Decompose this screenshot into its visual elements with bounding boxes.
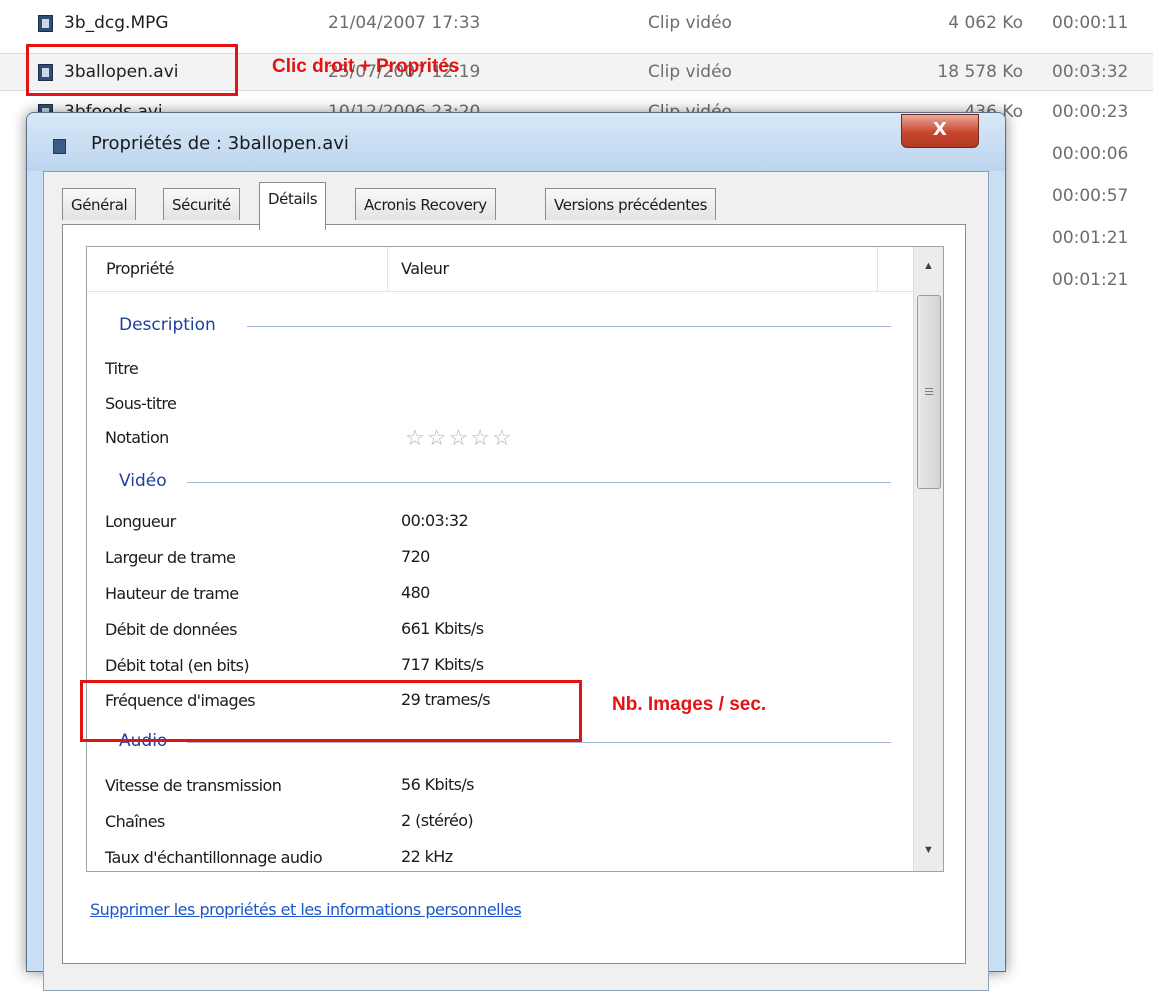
dialog-title: Propriétés de : 3ballopen.avi	[91, 133, 349, 154]
tab-versions-precedentes[interactable]: Versions précédentes	[545, 188, 716, 220]
property-label: Hauteur de trame	[105, 584, 239, 603]
video-file-icon	[38, 15, 53, 32]
remove-properties-link[interactable]: Supprimer les propriétés et les informat…	[90, 900, 522, 919]
group-divider	[187, 482, 891, 483]
video-file-icon	[53, 139, 66, 154]
rating-stars[interactable]: ☆☆☆☆☆	[405, 425, 514, 451]
column-divider[interactable]	[387, 247, 388, 291]
right-click-annotation: Clic droit + Proprités	[272, 56, 460, 77]
grip-line	[925, 391, 933, 392]
vertical-scrollbar[interactable]: ▲ ▼	[913, 247, 943, 871]
property-label: Titre	[105, 359, 139, 378]
column-header-property[interactable]: Propriété	[106, 259, 175, 278]
star-outline-icon[interactable]: ☆	[427, 425, 449, 450]
scrollbar-thumb[interactable]	[917, 295, 941, 489]
file-type: Clip vidéo	[648, 62, 732, 82]
list-header: Propriété Valeur	[87, 247, 913, 292]
property-value: 661 Kbits/s	[401, 619, 484, 638]
property-label: Vitesse de transmission	[105, 776, 282, 795]
property-value: 720	[401, 547, 430, 566]
scroll-up-arrow-icon[interactable]: ▲	[914, 251, 943, 281]
highlight-fps-box	[80, 680, 582, 742]
column-header-value[interactable]: Valeur	[401, 259, 449, 278]
group-header-video[interactable]: Vidéo	[119, 471, 167, 495]
file-size: 4 062 Ko	[948, 13, 1023, 33]
file-duration: 00:00:11	[1052, 13, 1129, 33]
property-label: Sous-titre	[105, 394, 177, 413]
column-divider[interactable]	[877, 247, 878, 291]
property-value: 22 kHz	[401, 847, 453, 866]
tab-acronis-recovery[interactable]: Acronis Recovery	[355, 188, 496, 220]
grip-line	[925, 394, 933, 395]
file-duration: 00:00:06	[1052, 144, 1129, 164]
group-divider	[187, 742, 891, 743]
file-date: 21/04/2007 17:33	[328, 13, 481, 33]
property-value: 00:03:32	[401, 511, 469, 530]
group-divider	[247, 326, 891, 327]
highlight-file-box	[26, 44, 238, 96]
property-list[interactable]: Propriété Valeur Description Titre Sous-…	[86, 246, 944, 872]
tab-label: Sécurité	[172, 196, 231, 214]
property-value: 2 (stéréo)	[401, 811, 474, 830]
star-outline-icon[interactable]: ☆	[492, 425, 514, 450]
property-label: Notation	[105, 428, 169, 447]
property-value: 480	[401, 583, 430, 602]
property-label: Taux d'échantillonnage audio	[105, 848, 323, 867]
property-label: Débit de données	[105, 620, 237, 639]
property-label: Longueur	[105, 512, 176, 531]
star-outline-icon[interactable]: ☆	[405, 425, 427, 450]
file-size: 18 578 Ko	[937, 62, 1023, 82]
file-duration: 00:01:21	[1052, 270, 1129, 290]
grip-line	[925, 388, 933, 389]
dialog-titlebar[interactable]: Propriétés de : 3ballopen.avi X	[27, 113, 1005, 171]
group-header-description[interactable]: Description	[119, 315, 216, 339]
file-duration: 00:00:57	[1052, 186, 1129, 206]
star-outline-icon[interactable]: ☆	[448, 425, 470, 450]
property-label: Largeur de trame	[105, 548, 236, 567]
property-label: Chaînes	[105, 812, 165, 831]
file-duration: 00:00:23	[1052, 102, 1129, 122]
property-label: Débit total (en bits)	[105, 656, 250, 675]
file-duration: 00:01:21	[1052, 228, 1129, 248]
file-duration: 00:03:32	[1052, 62, 1129, 82]
tab-label: Acronis Recovery	[364, 196, 487, 214]
property-value: 56 Kbits/s	[401, 775, 474, 794]
file-type: Clip vidéo	[648, 13, 732, 33]
file-row[interactable]: 3b_dcg.MPG 21/04/2007 17:33 Clip vidéo 4…	[0, 5, 1153, 41]
tab-label: Général	[71, 196, 128, 214]
fps-annotation: Nb. Images / sec.	[612, 694, 767, 715]
close-button[interactable]: X	[901, 114, 979, 148]
star-outline-icon[interactable]: ☆	[470, 425, 492, 450]
property-value: 717 Kbits/s	[401, 655, 484, 674]
tab-details[interactable]: Détails	[259, 182, 327, 230]
close-icon: X	[933, 119, 947, 140]
tab-general[interactable]: Général	[62, 188, 137, 220]
file-name: 3b_dcg.MPG	[64, 13, 169, 33]
tab-label: Détails	[268, 190, 318, 208]
scroll-down-arrow-icon[interactable]: ▼	[914, 835, 943, 865]
tab-securite[interactable]: Sécurité	[163, 188, 240, 220]
tab-label: Versions précédentes	[554, 196, 707, 214]
